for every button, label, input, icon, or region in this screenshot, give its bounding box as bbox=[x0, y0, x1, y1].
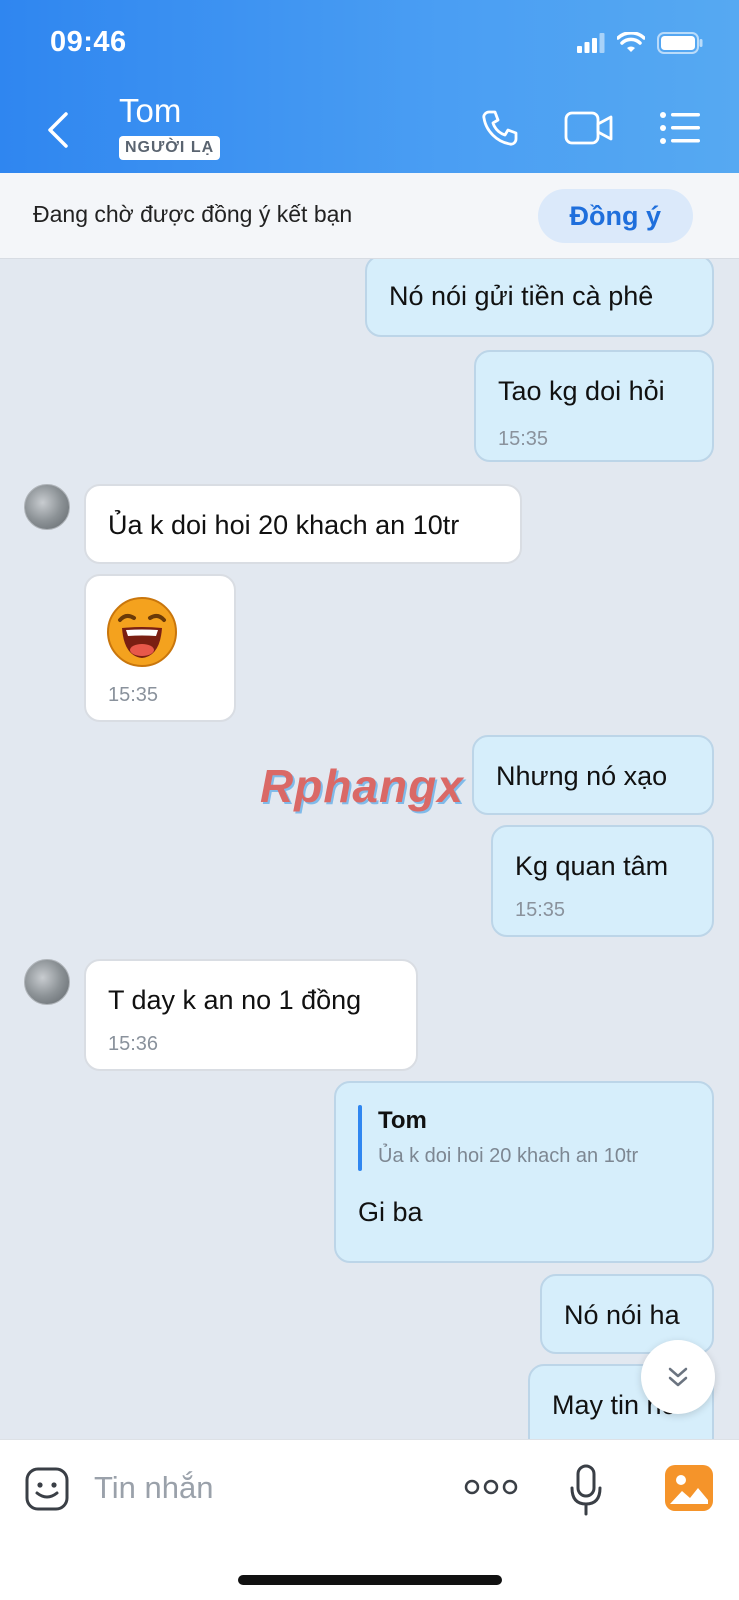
message-time: 15:35 bbox=[498, 428, 549, 450]
more-dots-icon[interactable] bbox=[464, 1478, 518, 1496]
message-text: Ủa k doi hoi 20 khach an 10tr bbox=[108, 510, 460, 540]
message-bubble[interactable]: Kg quan tâm 15:35 bbox=[491, 825, 714, 937]
battery-icon bbox=[657, 32, 703, 54]
video-call-button[interactable] bbox=[563, 106, 615, 150]
laughing-face-sticker bbox=[107, 597, 177, 667]
message-text: Nhưng nó xạo bbox=[496, 761, 668, 791]
status-time: 09:46 bbox=[50, 26, 127, 58]
message-time: 15:36 bbox=[108, 1033, 159, 1055]
accept-button[interactable]: Đồng ý bbox=[537, 189, 693, 243]
message-text: Tao kg doi hỏi bbox=[498, 376, 665, 406]
chat-header: 09:46 Tom NGƯỜI LẠ bbox=[0, 0, 739, 173]
sticker-face-icon[interactable] bbox=[24, 1466, 70, 1512]
message-bubble[interactable]: Nó nói gửi tiền cà phê bbox=[365, 259, 714, 337]
message-bubble[interactable]: Ủa k doi hoi 20 khach an 10tr bbox=[84, 484, 522, 564]
sticker-bubble[interactable]: 15:35 bbox=[84, 574, 236, 722]
watermark-logo: Rphangx bbox=[260, 760, 464, 812]
scroll-to-bottom-button[interactable] bbox=[641, 1340, 715, 1414]
message-list[interactable]: Nó nói gửi tiền cà phê Tao kg doi hỏi 15… bbox=[0, 259, 739, 1439]
message-text: T day k an no 1 đồng bbox=[108, 985, 362, 1015]
message-input[interactable]: Tin nhắn bbox=[94, 1470, 214, 1506]
status-icons bbox=[577, 32, 703, 54]
stranger-badge: NGƯỜI LẠ bbox=[119, 136, 221, 160]
wifi-icon bbox=[617, 32, 645, 52]
message-bubble[interactable]: Nhưng nó xạo bbox=[472, 735, 714, 815]
reply-message-bubble[interactable]: Tom Ủa k doi hoi 20 khach an 10tr Gi ba bbox=[334, 1081, 714, 1263]
signal-icon bbox=[577, 33, 605, 53]
list-menu-icon bbox=[660, 112, 700, 144]
phone-icon bbox=[482, 110, 518, 146]
avatar[interactable] bbox=[24, 484, 70, 530]
back-chevron-icon bbox=[48, 112, 68, 148]
quote-author: Tom bbox=[378, 1107, 427, 1134]
quote-bar bbox=[358, 1105, 362, 1171]
call-button[interactable] bbox=[478, 106, 522, 150]
message-time: 15:35 bbox=[515, 899, 566, 921]
friend-request-bar: Đang chờ được đồng ý kết bạn Đồng ý bbox=[0, 173, 739, 259]
message-bubble[interactable]: T day k an no 1 đồng 15:36 bbox=[84, 959, 418, 1071]
quote-text: Ủa k doi hoi 20 khach an 10tr bbox=[378, 1145, 639, 1167]
double-chevron-down-icon bbox=[668, 1367, 688, 1387]
gallery-image-icon[interactable] bbox=[664, 1464, 714, 1512]
message-text: Nó nói ha bbox=[564, 1300, 680, 1330]
message-text: Gi ba bbox=[358, 1197, 423, 1227]
pending-text: Đang chờ được đồng ý kết bạn bbox=[33, 201, 353, 227]
home-indicator bbox=[238, 1575, 502, 1585]
options-button[interactable] bbox=[658, 106, 702, 150]
back-button[interactable] bbox=[40, 108, 80, 152]
contact-name[interactable]: Tom bbox=[119, 92, 181, 130]
message-time: 15:35 bbox=[108, 684, 159, 706]
avatar[interactable] bbox=[24, 959, 70, 1005]
message-text: Nó nói gửi tiền cà phê bbox=[389, 281, 654, 311]
message-bubble[interactable]: Tao kg doi hỏi 15:35 bbox=[474, 350, 714, 462]
message-text: Kg quan tâm bbox=[515, 851, 669, 881]
video-camera-icon bbox=[564, 111, 613, 145]
microphone-icon[interactable] bbox=[569, 1464, 603, 1516]
